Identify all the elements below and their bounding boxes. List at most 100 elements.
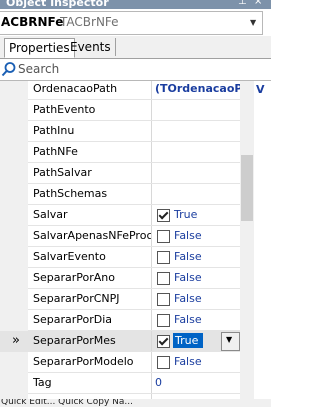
- column-divider: [151, 226, 152, 247]
- row-gutter: [0, 121, 28, 142]
- column-divider: [151, 121, 152, 142]
- chevron-down-icon[interactable]: ▼: [250, 18, 256, 27]
- row-gutter: [0, 142, 28, 163]
- component-selector[interactable]: ACBRNFe TACBrNFe ▼: [0, 11, 263, 35]
- search-bar[interactable]: Search: [0, 59, 271, 81]
- property-name: SepararPorCNPJ: [33, 292, 120, 305]
- property-value[interactable]: True: [174, 208, 197, 221]
- search-input[interactable]: Search: [18, 62, 59, 76]
- property-row[interactable]: Salvar True: [0, 205, 240, 226]
- property-checkbox[interactable]: [157, 230, 170, 243]
- row-gutter: [0, 289, 28, 310]
- property-row[interactable]: PathSchemas: [0, 184, 240, 205]
- property-checkbox[interactable]: [157, 335, 170, 348]
- adjacent-panel-edge: V: [254, 81, 271, 399]
- property-row[interactable]: SepararPorModelo False: [0, 352, 240, 373]
- property-name: SepararPorModelo: [33, 355, 134, 368]
- tab-properties[interactable]: Properties: [4, 38, 75, 58]
- column-divider: [151, 163, 152, 184]
- property-name: SalvarEvento: [33, 250, 106, 263]
- property-row[interactable]: PathSalvar: [0, 163, 240, 184]
- close-icon[interactable]: ×: [254, 0, 262, 7]
- property-value[interactable]: (TOrdenacaoPa: [155, 82, 240, 95]
- chevron-down-icon: ▼: [226, 335, 233, 344]
- property-row[interactable]: SepararPorDia False: [0, 310, 240, 331]
- property-row[interactable]: Tag 0: [0, 373, 240, 394]
- property-grid: OrdenacaoPath (TOrdenacaoPa PathEvento Path…: [0, 81, 240, 399]
- footer-text: Quick Edit... Quick Copy Na...: [1, 399, 134, 407]
- column-divider: [151, 184, 152, 205]
- property-name: PathInu: [33, 124, 75, 137]
- row-gutter: [0, 352, 28, 373]
- property-name: SepararPorAno: [33, 271, 115, 284]
- column-divider: [151, 205, 152, 226]
- property-checkbox[interactable]: [157, 272, 170, 285]
- row-gutter: [0, 205, 28, 226]
- property-row[interactable]: PathInu: [0, 121, 240, 142]
- property-row[interactable]: PathEvento: [0, 100, 240, 121]
- property-value[interactable]: False: [174, 250, 202, 263]
- row-gutter: [0, 247, 28, 268]
- row-gutter: [0, 310, 28, 331]
- property-row[interactable]: SalvarApenasNFeProce False: [0, 226, 240, 247]
- property-checkbox[interactable]: [157, 293, 170, 306]
- row-gutter: [0, 226, 28, 247]
- property-value[interactable]: False: [174, 229, 202, 242]
- column-divider: [151, 289, 152, 310]
- property-row[interactable]: OrdenacaoPath (TOrdenacaoPa: [0, 81, 240, 100]
- window-title: Object Inspector: [6, 0, 109, 9]
- pin-icon[interactable]: ⊥: [238, 0, 247, 7]
- column-divider: [151, 373, 152, 394]
- row-gutter: [0, 373, 28, 394]
- property-name: Salvar: [33, 208, 68, 221]
- property-name: OrdenacaoPath: [33, 82, 118, 95]
- row-gutter: [0, 184, 28, 205]
- property-row[interactable]: SepararPorAno False: [0, 268, 240, 289]
- column-divider: [151, 142, 152, 163]
- property-name: PathSchemas: [33, 187, 108, 200]
- property-name: SepararPorMes: [33, 334, 116, 347]
- row-gutter: [0, 100, 28, 121]
- property-value[interactable]: 0: [155, 376, 162, 389]
- property-checkbox[interactable]: [157, 251, 170, 264]
- property-name: PathEvento: [33, 103, 96, 116]
- title-bar: Object Inspector ⊥ ×: [0, 0, 271, 9]
- row-gutter: [0, 163, 28, 184]
- property-name: PathSalvar: [33, 166, 92, 179]
- component-type: TACBrNFe: [60, 15, 119, 29]
- property-value[interactable]: False: [174, 292, 202, 305]
- property-name: SepararPorDia: [33, 313, 113, 326]
- column-divider: [151, 81, 152, 100]
- property-value[interactable]: False: [174, 271, 202, 284]
- scrollbar-thumb[interactable]: [241, 155, 253, 221]
- property-value[interactable]: False: [174, 313, 202, 326]
- property-row[interactable]: » SepararPorMes True ▼: [0, 331, 240, 352]
- property-row[interactable]: PathNFe: [0, 142, 240, 163]
- property-row[interactable]: SalvarEvento False: [0, 247, 240, 268]
- column-divider: [151, 247, 152, 268]
- column-divider: [151, 268, 152, 289]
- property-name: Tag: [33, 376, 52, 389]
- column-divider: [151, 310, 152, 331]
- property-checkbox[interactable]: [157, 314, 170, 327]
- value-dropdown-button[interactable]: ▼: [221, 332, 240, 351]
- row-gutter: [0, 268, 28, 289]
- tab-events[interactable]: Events: [66, 38, 116, 56]
- footer-bar: Quick Edit... Quick Copy Na...: [0, 399, 271, 407]
- property-value[interactable]: False: [174, 355, 202, 368]
- property-checkbox[interactable]: [157, 209, 170, 222]
- property-name: PathNFe: [33, 145, 78, 158]
- search-icon: [1, 62, 16, 77]
- property-checkbox[interactable]: [157, 356, 170, 369]
- adjacent-panel-text: V: [256, 83, 265, 96]
- vertical-scrollbar[interactable]: [240, 81, 254, 399]
- column-divider: [151, 100, 152, 121]
- column-divider: [151, 352, 152, 373]
- selected-row-marker: »: [12, 333, 20, 348]
- property-value-editor[interactable]: True: [173, 333, 203, 348]
- row-gutter: [0, 81, 28, 100]
- tab-bar: Properties Events: [0, 36, 271, 59]
- property-name: SalvarApenasNFeProce: [33, 229, 151, 242]
- row-gutter: »: [0, 331, 28, 352]
- property-row[interactable]: SepararPorCNPJ False: [0, 289, 240, 310]
